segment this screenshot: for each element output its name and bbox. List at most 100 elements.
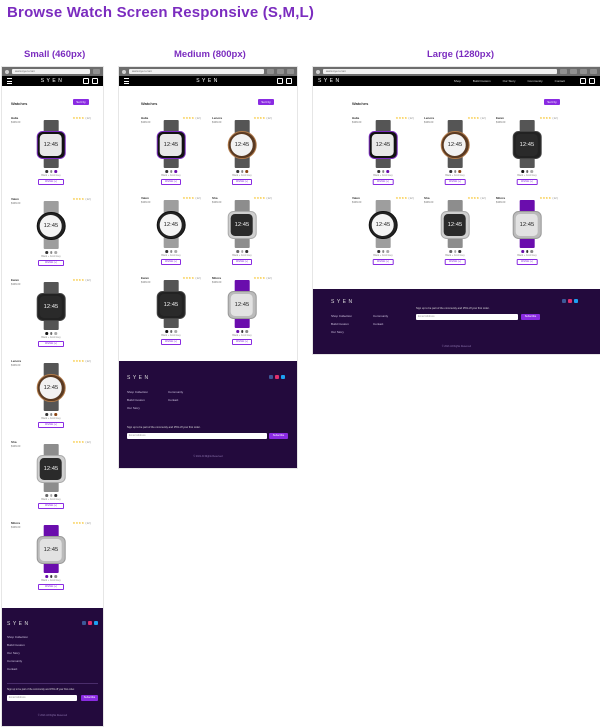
color-swatch[interactable] [169,170,173,173]
wishlist-button[interactable]: Wishlist (+) [38,503,64,510]
footer-link[interactable]: Shop Collection [331,314,352,318]
color-swatch[interactable] [54,170,57,173]
color-swatch[interactable] [54,332,57,335]
color-swatch[interactable] [49,170,53,173]
refresh-icon[interactable] [5,69,9,74]
refresh-icon[interactable] [122,69,126,74]
wishlist-button[interactable]: Wishlist (+) [161,259,181,266]
color-swatch[interactable] [45,575,48,578]
color-swatch[interactable] [386,170,389,173]
nav-link-story[interactable]: Our Story [503,79,516,83]
color-swatch[interactable] [165,250,168,253]
product-card[interactable]: Valen $399.00 ★★★★(12) 12:45 Black + Cool Gr… [352,196,414,274]
color-swatch[interactable] [54,413,57,416]
instagram-icon[interactable] [88,621,92,625]
sort-button[interactable]: Sort by [258,99,274,105]
tab-button[interactable] [287,69,294,74]
hamburger-icon[interactable] [7,78,12,84]
product-card[interactable]: Sha $399.00 ★★★★(12) 12:45 Black + Cool Grey… [11,440,91,518]
footer-link[interactable]: Contact [7,667,28,671]
footer-link[interactable]: Contact [168,398,183,402]
product-card[interactable]: Ewan $399.00 ★★★★(12) 12:45 Black + Cool Gre… [141,276,201,354]
color-swatch[interactable] [236,170,239,173]
subscribe-button[interactable]: Subscribe [81,695,98,701]
product-card[interactable]: Lenora $399.00 ★★★★(12) 12:45 Black + Cool G… [11,359,91,437]
sort-button[interactable]: Sort by [544,99,560,105]
product-card[interactable]: Mitora $399.00 ★★★★(12) 12:45 Black + Cool G… [11,521,91,599]
wishlist-button[interactable]: Wishlist (+) [232,339,252,346]
twitter-icon[interactable] [94,621,98,625]
watch-image[interactable]: 12:45 [424,199,486,249]
watch-image[interactable]: 12:45 [141,199,201,249]
color-swatch[interactable] [49,494,53,497]
color-swatch[interactable] [49,251,53,254]
color-swatch[interactable] [525,170,529,173]
color-swatch[interactable] [449,170,452,173]
url-bar[interactable]: www.syen.com [12,69,90,74]
search-icon[interactable] [580,78,586,84]
tab-button[interactable] [93,69,100,74]
tab-button[interactable] [277,69,284,74]
facebook-icon[interactable] [82,621,86,625]
wishlist-button[interactable]: Wishlist (+) [38,341,64,348]
watch-image[interactable]: 12:45 [11,119,91,169]
color-swatch[interactable] [458,250,461,253]
color-swatch[interactable] [453,250,457,253]
cart-icon[interactable] [589,78,595,84]
watch-image[interactable]: 12:45 [352,119,414,169]
footer-link[interactable]: Our Story [331,330,352,334]
color-swatch[interactable] [525,250,529,253]
wishlist-button[interactable]: Wishlist (+) [161,179,181,186]
footer-link[interactable]: Our Story [127,406,148,410]
color-swatch[interactable] [458,170,461,173]
hamburger-icon[interactable] [124,78,129,84]
color-swatch[interactable] [45,413,48,416]
watch-image[interactable]: 12:45 [11,200,91,250]
subscribe-button[interactable]: Subscribe [269,433,288,439]
product-card[interactable]: Halia $399.00 ★★★★(12) 12:45 Black + Cool Gr… [352,116,414,194]
watch-image[interactable]: 12:45 [212,119,272,169]
nav-link-build[interactable]: Build Custom [473,79,491,83]
footer-link[interactable]: Community [168,390,183,394]
color-swatch[interactable] [165,330,168,333]
color-swatch[interactable] [381,250,385,253]
product-card[interactable]: Mitora $399.00 ★★★★(12) 12:45 Black + Cool G… [496,196,558,274]
color-swatch[interactable] [530,170,533,173]
tab-button[interactable] [570,69,577,74]
watch-image[interactable]: 12:45 [496,199,558,249]
color-swatch[interactable] [169,330,173,333]
watch-image[interactable]: 12:45 [352,199,414,249]
cart-icon[interactable] [92,78,98,84]
product-card[interactable]: Lenora $399.00 ★★★★(12) 12:45 Black + Cool G… [424,116,486,194]
wishlist-button[interactable]: Wishlist (+) [38,260,64,267]
watch-image[interactable]: 12:45 [424,119,486,169]
color-swatch[interactable] [245,170,248,173]
twitter-icon[interactable] [281,375,285,379]
color-swatch[interactable] [174,170,177,173]
wishlist-button[interactable]: Wishlist (+) [232,259,252,266]
color-swatch[interactable] [377,250,380,253]
wishlist-button[interactable]: Wishlist (+) [444,259,466,266]
color-swatch[interactable] [377,170,380,173]
search-icon[interactable] [277,78,283,84]
wishlist-button[interactable]: Wishlist (+) [372,259,394,266]
color-swatch[interactable] [165,170,168,173]
color-swatch[interactable] [521,250,524,253]
brand-logo[interactable]: SYEN [41,78,65,84]
color-swatch[interactable] [449,250,452,253]
watch-image[interactable]: 12:45 [141,119,201,169]
nav-link-community[interactable]: Community [527,79,542,83]
product-card[interactable]: Mitora $399.00 ★★★★(12) 12:45 Black + Cool G… [212,276,272,354]
footer-link[interactable]: Community [373,314,388,318]
color-swatch[interactable] [245,330,248,333]
watch-image[interactable]: 12:45 [11,362,91,412]
email-field[interactable]: Email Address [7,695,77,701]
facebook-icon[interactable] [269,375,273,379]
color-swatch[interactable] [54,494,57,497]
watch-image[interactable]: 12:45 [11,281,91,331]
footer-link[interactable]: Shop Collection [127,390,148,394]
color-swatch[interactable] [236,250,239,253]
color-swatch[interactable] [240,330,244,333]
brand-logo[interactable]: SYEN [196,78,220,84]
refresh-icon[interactable] [316,69,320,74]
